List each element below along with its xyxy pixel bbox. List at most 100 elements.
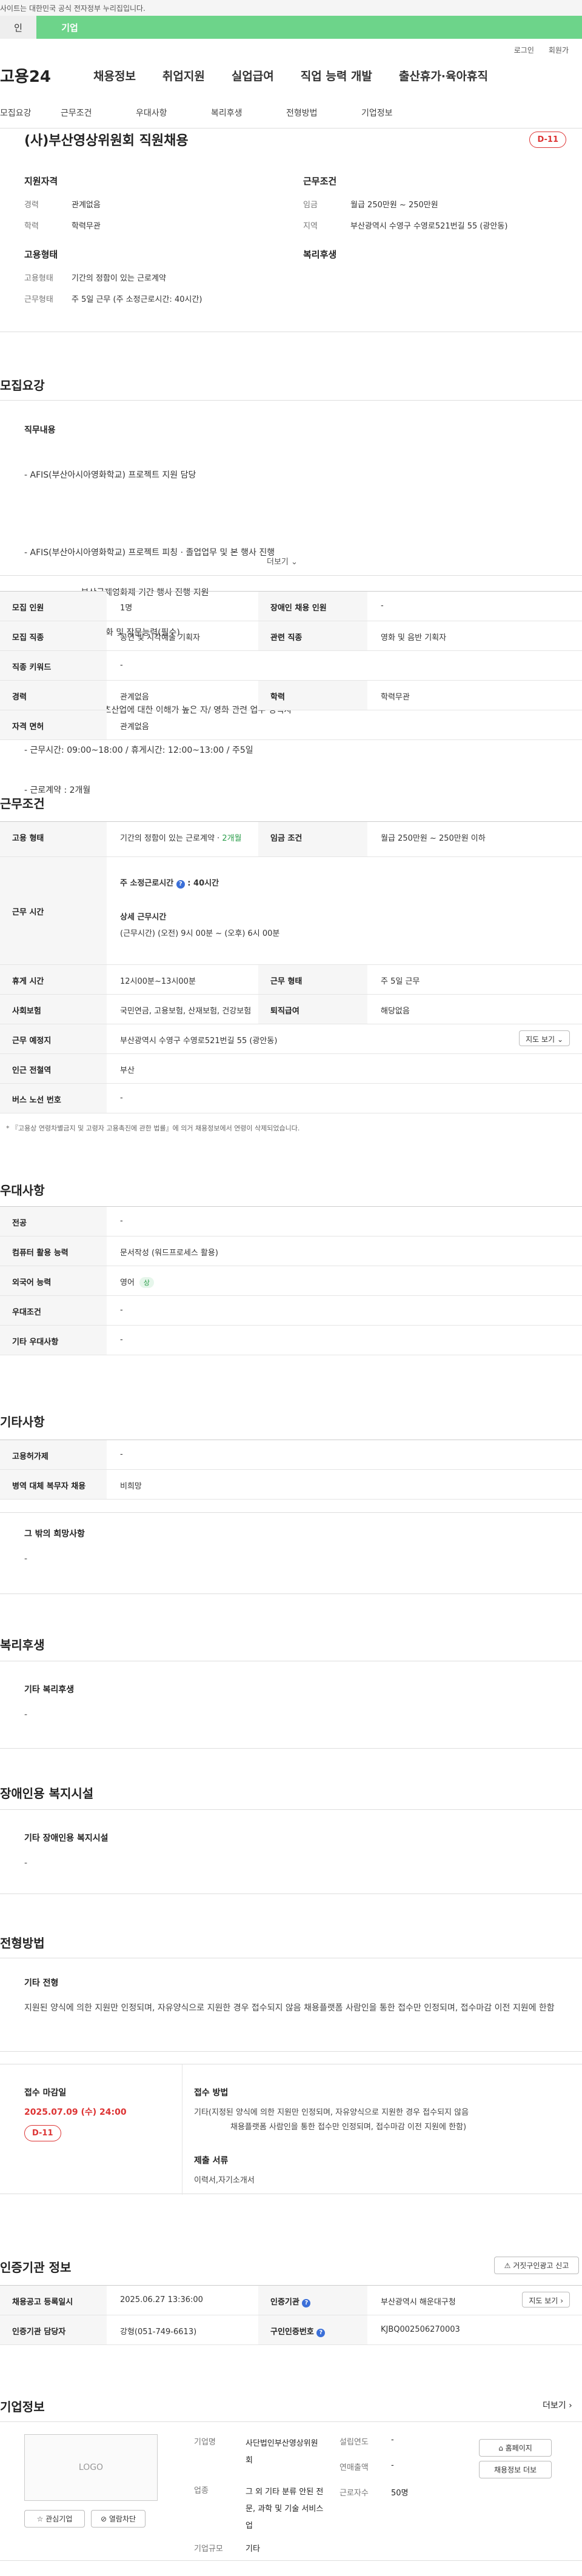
- gov-banner-text: 사이트는 대한민국 공식 전자정부 누리집입니다.: [0, 4, 146, 13]
- emp-period: 2개월: [222, 834, 242, 843]
- table-row: 직종 키워드 -: [0, 651, 582, 681]
- row-value: 12시00분~13시00분: [120, 977, 196, 986]
- table-row: 병역 대체 복무자 채용 비희망: [0, 1470, 582, 1500]
- nav-parental-leave[interactable]: 출산휴가·육아휴직: [399, 67, 488, 84]
- join-link[interactable]: 회원가: [549, 45, 569, 55]
- map-button-label: 지도 보기: [526, 1035, 555, 1044]
- duty-line: - AFIS(부산아시아영화학교) 프로젝트 피칭 · 졸업업무 및 본 행사 …: [24, 548, 275, 558]
- more-button[interactable]: 더보기 ⌄: [267, 555, 298, 567]
- company-jobs-button[interactable]: 채용정보 더보: [479, 2461, 552, 2478]
- section-title-misc: 기타사항: [0, 1415, 45, 1429]
- hours-total-value: 40시간: [193, 879, 219, 888]
- disab-box-value: -: [24, 1858, 28, 1868]
- table-row: 인근 전철역 부산: [0, 1054, 582, 1084]
- more-label: 더보기: [267, 558, 289, 567]
- site-logo[interactable]: 고용24: [0, 64, 67, 87]
- table-row: 컴퓨터 활용 능력 문서작성 (워드프로세스 활용): [0, 1236, 582, 1266]
- process-box-value: 지원된 양식에 의한 지원만 인정되며, 자유양식으로 지원한 경우 접수되지 …: [24, 2003, 555, 2013]
- anchor-company[interactable]: 기업정보: [361, 107, 436, 119]
- docs-label: 제출 서류: [194, 2156, 229, 2166]
- block-button[interactable]: ⊘ 열람차단: [91, 2510, 146, 2528]
- row-value: 해당없음: [381, 1007, 410, 1016]
- tab-company[interactable]: 기업: [36, 16, 103, 39]
- company-more-link[interactable]: 더보기 ›: [543, 2399, 572, 2411]
- section-title-work: 근무조건: [0, 796, 45, 811]
- info-icon[interactable]: ?: [176, 880, 185, 889]
- chevron-right-icon: ›: [560, 2297, 563, 2305]
- row-key: 장애인 채용 인원: [258, 592, 367, 621]
- row-key: 퇴직급여: [258, 995, 367, 1024]
- row-value: 부산광역시 해운대구청 지도 보기 ›: [367, 2286, 582, 2315]
- row-key: 관련 직종: [258, 621, 367, 650]
- nav-training[interactable]: 직업 능력 개발: [301, 67, 372, 84]
- disab-box: 기타 장애인용 복지시설 -: [0, 1809, 582, 1894]
- anchor-work[interactable]: 근무조건: [61, 107, 136, 119]
- util-links: 로그인 회원가: [0, 39, 582, 61]
- nav-unemployment[interactable]: 실업급여: [232, 67, 274, 84]
- section-title-pref: 우대사항: [0, 1183, 45, 1198]
- table-row: 모집 인원 1명 장애인 채용 인원 -: [0, 592, 582, 621]
- method-value: 기타(지정된 양식에 의한 지원만 인정되며, 자유양식으로 지원한 경우 접수…: [194, 2106, 570, 2135]
- homepage-label: 홈페이지: [505, 2444, 532, 2452]
- welfare-box: 기타 복리후생 -: [0, 1661, 582, 1749]
- star-icon: ☆: [36, 2515, 44, 2523]
- row-value: 학력무관: [381, 693, 410, 702]
- row-key: 모집 직종: [0, 621, 107, 650]
- hours-detail-label: 상세 근무시간: [120, 913, 167, 922]
- anchor-process[interactable]: 전형방법: [286, 107, 361, 119]
- agency-table: 채용공고 등록일시 2025.06.27 13:36:00 인증기관 ? 부산광…: [0, 2285, 582, 2345]
- summary-value: 학력무관: [72, 222, 101, 231]
- info-icon[interactable]: ?: [302, 2299, 311, 2307]
- anchor-recruit[interactable]: 모집요강: [0, 107, 61, 119]
- row-value: -: [120, 1093, 123, 1103]
- tab-individual[interactable]: 인: [0, 16, 36, 39]
- block-icon: ⊘: [100, 2515, 107, 2523]
- row-value: -: [381, 601, 384, 610]
- row-value: 부산: [120, 1066, 135, 1075]
- row-key: 경력: [0, 681, 107, 710]
- deadline-label: 접수 마감일: [24, 2088, 67, 2098]
- homepage-button[interactable]: ⌂ 홈페이지: [479, 2439, 552, 2457]
- anchor-pref[interactable]: 우대사항: [136, 107, 211, 119]
- welfare-box-value: -: [24, 1710, 28, 1720]
- section-title-welfare: 복리후생: [0, 1638, 45, 1652]
- user-type-tabs: 인 기업: [0, 16, 582, 39]
- nav-jobs[interactable]: 채용정보: [93, 67, 136, 84]
- job-summary: 지원자격 경력 관계없음 학력 학력무관 고용형태 고용형태 기간의 정함이 있는 근…: [0, 150, 582, 332]
- row-key: 임금 조건: [258, 822, 367, 856]
- row-value: 2025.06.27 13:36:00: [120, 2295, 203, 2304]
- table-row: 경력 관계없음 학력 학력무관: [0, 681, 582, 710]
- anchor-welfare[interactable]: 복리후생: [211, 107, 286, 119]
- chevron-down-icon: ⌄: [291, 558, 298, 567]
- block-label: 열람차단: [109, 2515, 136, 2523]
- fav-company-button[interactable]: ☆ 관심기업: [24, 2510, 85, 2528]
- duty-line: - 근로계약 : 2개월: [24, 786, 91, 795]
- pref-table: 전공 - 컴퓨터 활용 능력 문서작성 (워드프로세스 활용) 외국어 능력 영어 상 …: [0, 1206, 582, 1355]
- row-value: -: [120, 1450, 123, 1459]
- nav-employment-support[interactable]: 취업지원: [162, 67, 205, 84]
- row-key: 채용공고 등록일시: [0, 2286, 107, 2315]
- summary-key: 임금: [303, 201, 318, 210]
- summary-right: 근무조건 임금 월급 250만원 ~ 250만원 지역 부산광역시 수영구 수영로5…: [279, 175, 558, 332]
- company-biz-value: 그 외 기타 분류 안된 전문, 과학 및 기술 서비스업: [246, 2488, 324, 2531]
- section-anchor-nav: 모집요강 근무조건 우대사항 복리후생 전형방법 기업정보: [0, 97, 582, 128]
- row-key: 구인인증번호 ?: [258, 2315, 367, 2344]
- row-key: 인증기관 담당자: [0, 2315, 107, 2344]
- dday-badge: D-11: [529, 131, 566, 148]
- table-row: 우대조건 -: [0, 1296, 582, 1326]
- recruit-table: 모집 인원 1명 장애인 채용 인원 - 모집 직종 공연 및 시각예술 기획자…: [0, 591, 582, 740]
- map-button[interactable]: 지도 보기 ⌄: [519, 1030, 570, 1046]
- section-title-disab: 장애인용 복지시설: [0, 1786, 94, 1801]
- row-key: 버스 노선 번호: [0, 1084, 107, 1113]
- report-button[interactable]: ⚠ 거짓구인광고 신고: [494, 2257, 579, 2274]
- row-value: 주 5일 근무: [381, 977, 420, 986]
- row-key: 근무 시간: [0, 857, 107, 964]
- row-key: 인근 전철역: [0, 1054, 107, 1083]
- login-link[interactable]: 로그인: [514, 45, 534, 55]
- hope-value: -: [24, 1554, 28, 1564]
- agency-key-label: 인증기관: [270, 2298, 299, 2307]
- table-row: 근무 시간 주 소정근로시간 ? : 40시간 상세 근무시간 (근무시간) (…: [0, 857, 582, 965]
- agency-map-button[interactable]: 지도 보기 ›: [522, 2292, 570, 2307]
- row-value: 국민연금, 고용보험, 산재보험, 건강보험: [120, 1007, 252, 1016]
- info-icon[interactable]: ?: [316, 2329, 326, 2337]
